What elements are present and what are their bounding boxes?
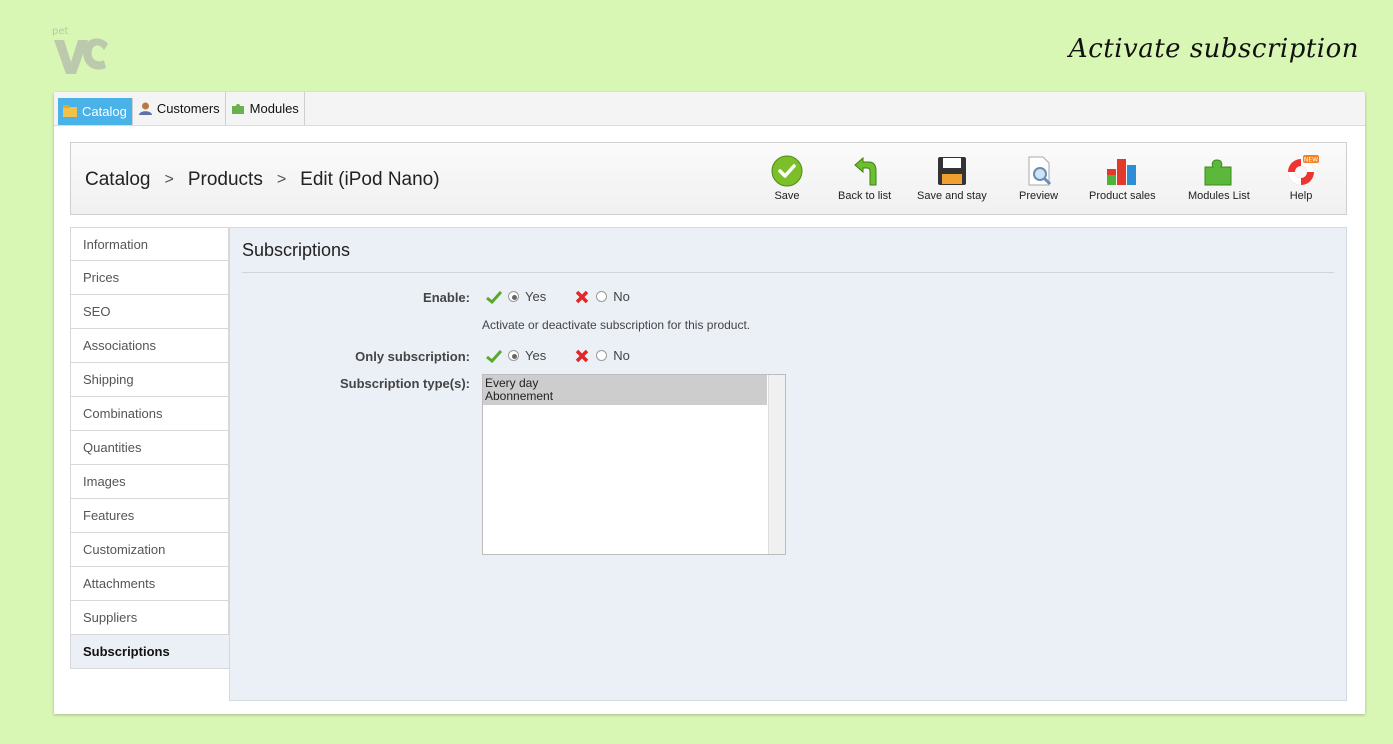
enable-no-radio[interactable] [596, 291, 608, 302]
save-button[interactable]: Save [771, 155, 803, 202]
only-subscription-label: Only subscription: [355, 349, 470, 364]
only-subscription-no-radio[interactable] [596, 350, 608, 361]
sidebar-item-information[interactable]: Information [70, 227, 229, 261]
save-label: Save [774, 190, 800, 202]
save-and-stay-label: Save and stay [917, 190, 987, 202]
preview-button[interactable]: Preview [1019, 155, 1058, 202]
help-button[interactable]: NEW Help [1283, 155, 1319, 202]
sidebar-item-seo[interactable]: SEO [70, 295, 229, 329]
sidebar-item-features[interactable]: Features [70, 499, 229, 533]
only-subscription-yes-label: Yes [525, 348, 547, 363]
logo-text: pet [52, 26, 69, 37]
enable-radio-group: Yes No [486, 289, 630, 304]
section-title: Subscriptions [242, 240, 351, 260]
sidebar-item-images[interactable]: Images [70, 465, 229, 499]
subscriptions-panel: Subscriptions Enable: Yes No Activate or… [229, 227, 1347, 701]
breadcrumb: Catalog > Products > Edit (iPod Nano) [85, 169, 440, 191]
subscription-type-option[interactable]: Abonnement [483, 390, 767, 405]
sidebar-item-shipping[interactable]: Shipping [70, 363, 229, 397]
subscription-type-option[interactable]: Every day [483, 375, 767, 390]
only-subscription-yes-radio[interactable] [508, 350, 519, 361]
back-arrow-icon [853, 156, 877, 186]
enable-label: Enable: [423, 290, 470, 305]
breadcrumb-separator: > [276, 171, 287, 188]
modules-list-label: Modules List [1188, 190, 1250, 202]
topnav-catalog-label: Catalog [82, 104, 127, 119]
top-nav: Catalog Customers Modules [54, 92, 1365, 126]
topnav-customers[interactable]: Customers [133, 92, 226, 125]
title-divider [242, 272, 1334, 273]
check-icon [486, 290, 502, 304]
enable-yes-label: Yes [525, 289, 547, 304]
lifebuoy-icon: NEW [1288, 155, 1319, 185]
puzzle-icon [231, 104, 244, 114]
enable-hint: Activate or deactivate subscription for … [482, 318, 751, 332]
cross-icon [575, 290, 589, 303]
only-subscription-no-label: No [613, 348, 630, 363]
back-to-list-button[interactable]: Back to list [838, 155, 891, 202]
puzzle-icon [1204, 159, 1232, 186]
breadcrumb-current: Edit (iPod Nano) [300, 169, 440, 190]
user-icon [138, 102, 152, 115]
brand-logo: pet [52, 26, 108, 74]
cross-icon [575, 349, 589, 362]
preview-label: Preview [1019, 190, 1059, 202]
sidebar-item-prices[interactable]: Prices [70, 261, 229, 295]
hero-title: Activate subscription [1068, 34, 1359, 64]
help-badge: NEW [1304, 157, 1318, 164]
subscription-types-select[interactable]: Every day Abonnement [482, 374, 786, 555]
folder-icon [63, 105, 77, 117]
sidebar-item-suppliers[interactable]: Suppliers [70, 601, 229, 635]
admin-panel: Catalog Customers Modules Catalog > Prod… [54, 92, 1365, 714]
modules-list-button[interactable]: Modules List [1188, 155, 1250, 202]
sidebar-item-customization[interactable]: Customization [70, 533, 229, 567]
product-sales-label: Product sales [1089, 190, 1156, 202]
listbox-scrollbar[interactable] [768, 375, 785, 554]
bar-chart-icon [1107, 159, 1137, 185]
save-and-stay-button[interactable]: Save and stay [917, 155, 987, 202]
topnav-catalog[interactable]: Catalog [58, 98, 133, 125]
product-sales-button[interactable]: Product sales [1089, 155, 1156, 202]
page-toolbar: Catalog > Products > Edit (iPod Nano) Sa… [70, 142, 1347, 215]
topnav-modules[interactable]: Modules [226, 92, 305, 125]
enable-no-label: No [613, 289, 630, 304]
product-tabs-sidebar: Information Prices SEO Associations Ship… [70, 227, 229, 669]
sidebar-item-quantities[interactable]: Quantities [70, 431, 229, 465]
help-label: Help [1289, 190, 1313, 202]
sidebar-item-combinations[interactable]: Combinations [70, 397, 229, 431]
breadcrumb-products[interactable]: Products [188, 169, 263, 191]
only-subscription-radio-group: Yes No [486, 348, 630, 363]
subscription-types-label: Subscription type(s): [339, 376, 470, 391]
checkmark-circle-icon [771, 155, 803, 187]
sidebar-item-associations[interactable]: Associations [70, 329, 229, 363]
magnifier-icon [1028, 156, 1051, 186]
enable-yes-radio[interactable] [508, 291, 519, 302]
topnav-modules-label: Modules [249, 101, 299, 116]
breadcrumb-catalog[interactable]: Catalog [85, 169, 151, 191]
sidebar-item-attachments[interactable]: Attachments [70, 567, 229, 601]
topnav-customers-label: Customers [156, 101, 220, 116]
check-icon [486, 349, 502, 363]
breadcrumb-separator: > [164, 171, 174, 188]
sidebar-item-subscriptions[interactable]: Subscriptions [70, 635, 229, 669]
floppy-disk-icon [937, 157, 966, 185]
back-to-list-label: Back to list [838, 190, 892, 202]
